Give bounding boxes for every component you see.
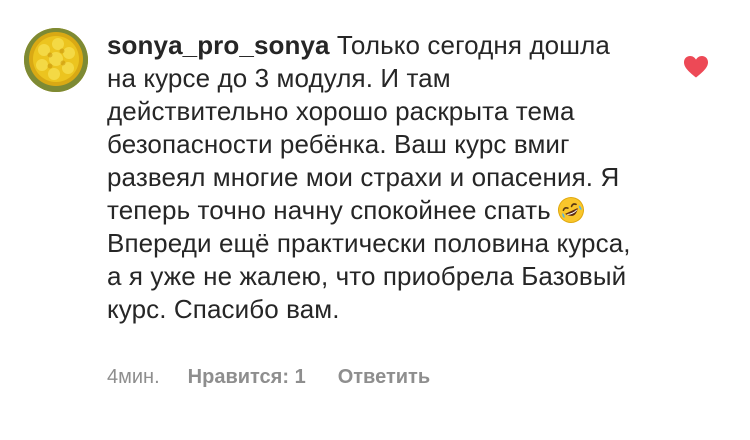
avatar[interactable] — [24, 28, 88, 92]
likes-count-link[interactable]: Нравится: 1 — [188, 366, 306, 388]
comment-text: sonya_pro_sonya Только сегодня дошла на … — [107, 29, 632, 326]
heart-shape — [684, 56, 708, 78]
comment: sonya_pro_sonya Только сегодня дошла на … — [0, 0, 750, 440]
comment-time: 4мин. — [107, 366, 160, 388]
comment-username[interactable]: sonya_pro_sonya — [107, 30, 330, 60]
reply-button[interactable]: Ответить — [338, 366, 430, 388]
heart-icon[interactable] — [683, 55, 709, 79]
comment-meta: 4мин. Нравится: 1 Ответить — [107, 366, 430, 389]
rolling-on-floor-laughing-emoji-icon — [557, 196, 585, 224]
marigold-flower-image — [24, 28, 88, 92]
comment-text-part-2: Впереди ещё практически половина курса, … — [107, 228, 631, 324]
